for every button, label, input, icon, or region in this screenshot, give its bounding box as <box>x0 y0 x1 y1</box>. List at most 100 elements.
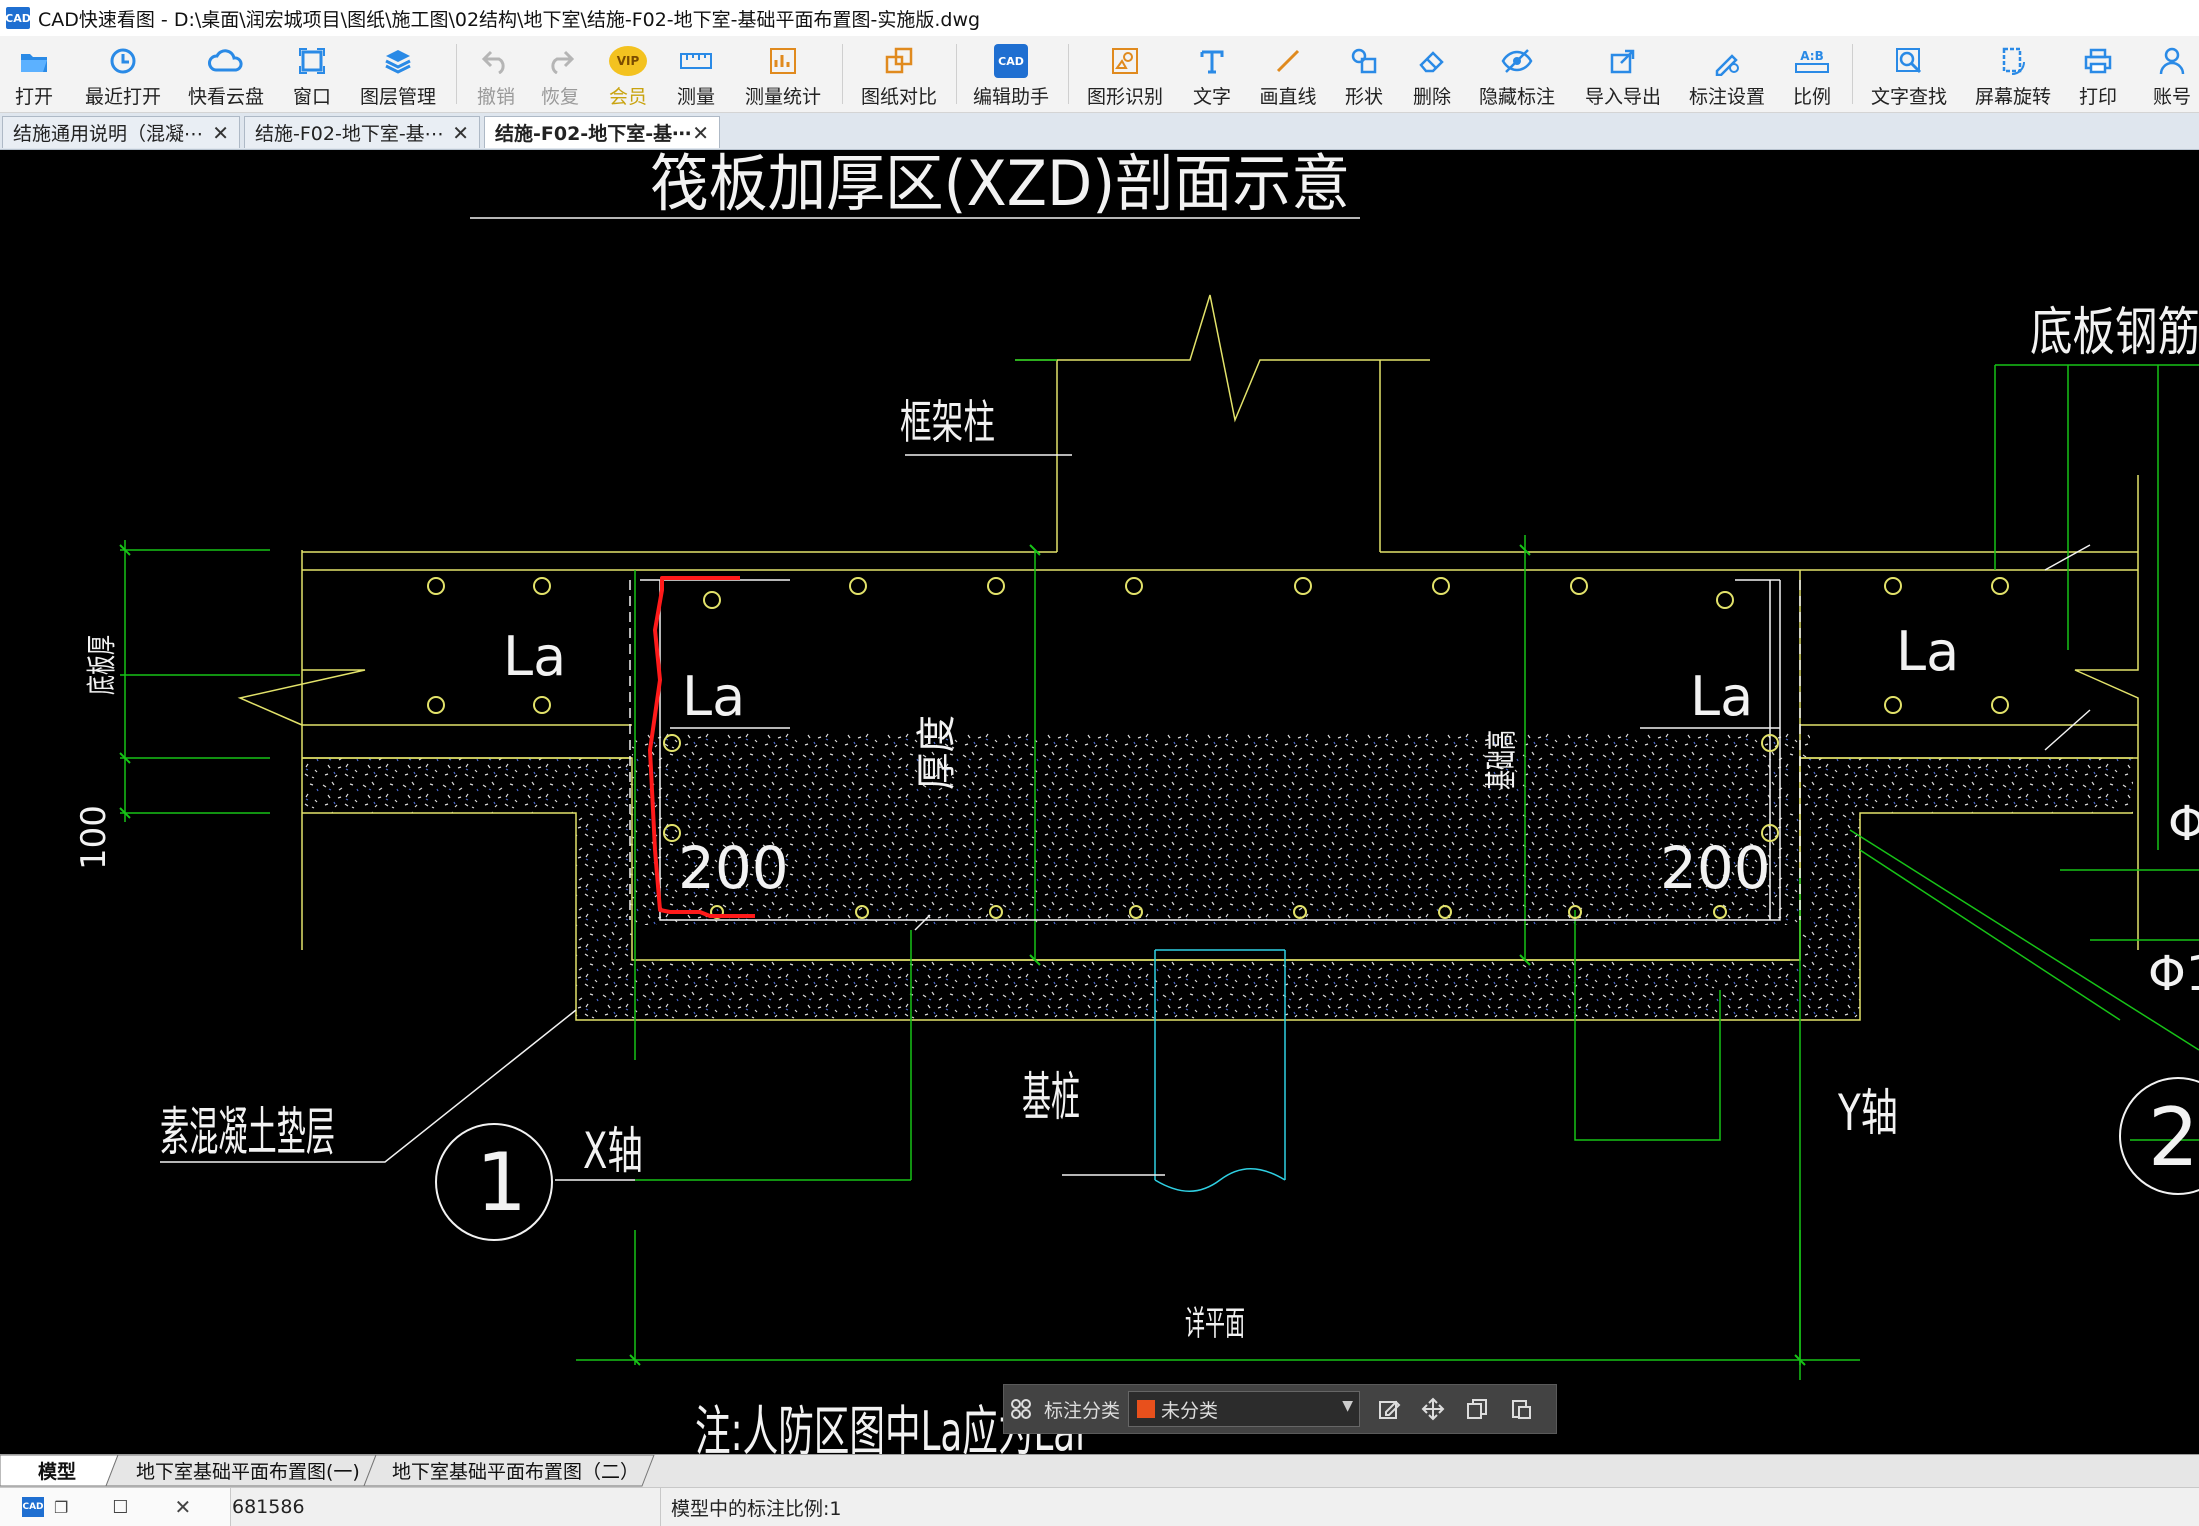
shape-button[interactable]: 形状 <box>1338 36 1390 112</box>
window-button[interactable]: 窗口 <box>288 36 336 112</box>
app-logo-icon: CAD <box>22 1497 44 1517</box>
user-icon <box>2151 42 2193 80</box>
status-bar: CAD ❐ ☐ ✕ 681586 模型中的标注比例:1 <box>0 1487 2199 1526</box>
vip-icon: VIP <box>607 42 649 80</box>
slab-thickness-label: 底板厚 <box>85 635 120 695</box>
edit-helper-icon: CAD <box>990 42 1032 80</box>
dim-100-label: 100 <box>74 805 114 870</box>
category-color-swatch <box>1137 1400 1156 1418</box>
slab-rebar-label: 底板钢筋 <box>2030 303 2199 363</box>
shape-recognition-button[interactable]: 图形识别 <box>1082 36 1168 112</box>
ribbon-divider <box>1852 44 1853 104</box>
ribbon-divider <box>956 44 957 104</box>
measure-stats-button[interactable]: 测量统计 <box>740 36 826 112</box>
annotation-settings-button[interactable]: 标注设置 <box>1684 36 1770 112</box>
edit-helper-button[interactable]: CAD 编辑助手 <box>968 36 1054 112</box>
undo-icon <box>475 42 517 80</box>
redo-button[interactable]: 恢复 <box>534 36 586 112</box>
x-axis-label: X轴 <box>583 1122 643 1180</box>
import-export-button[interactable]: 导入导出 <box>1580 36 1666 112</box>
drawing-canvas[interactable]: 筏板加厚区(XZD)剖面示意 框架柱 底板钢筋 La La La La 200 … <box>0 150 2199 1454</box>
cloud-drive-button[interactable]: 快看云盘 <box>184 36 268 112</box>
account-button[interactable]: 账号 <box>2146 36 2198 112</box>
phi-label-b: Φ1 <box>2148 946 2199 1002</box>
layout-tab-bar: 模型 地下室基础平面布置图(一) 地下室基础平面布置图（二） <box>0 1454 2199 1487</box>
draw-line-button[interactable]: 画直线 <box>1254 36 1322 112</box>
window-title: CAD快速看图 - D:\桌面\润宏城项目\图纸\施工图\02结构\地下室\结施… <box>38 8 981 31</box>
scale-icon: A:B <box>1791 42 1833 80</box>
text-button[interactable]: 文字 <box>1186 36 1238 112</box>
redo-icon <box>539 42 581 80</box>
window-icon <box>291 42 333 80</box>
close-icon[interactable]: ✕ <box>174 1495 191 1519</box>
tab-foundation-plan-active[interactable]: 结施-F02-地下室-基⋯ ✕ <box>484 116 720 148</box>
axis-number-1: 1 <box>476 1136 527 1229</box>
line-tool-icon <box>1267 42 1309 80</box>
edit-icon[interactable] <box>1372 1392 1406 1426</box>
frame-column-label: 框架柱 <box>900 395 995 449</box>
undo-button[interactable]: 撤销 <box>470 36 522 112</box>
grid-icon[interactable] <box>1004 1392 1038 1426</box>
app-logo-icon: CAD <box>5 7 31 29</box>
ribbon-divider <box>456 44 457 104</box>
text-tool-icon <box>1191 42 1233 80</box>
print-button[interactable]: 打印 <box>2072 36 2124 112</box>
phi-label-a: Φ <box>2168 796 2199 852</box>
layer-manager-button[interactable]: 图层管理 <box>356 36 440 112</box>
hide-annotation-button[interactable]: 隐藏标注 <box>1474 36 1560 112</box>
paste-icon[interactable] <box>1504 1392 1538 1426</box>
pile-label: 基桩 <box>1022 1068 1080 1128</box>
delete-button[interactable]: 删除 <box>1406 36 1458 112</box>
annotation-float-toolbar: 标注分类 未分类 ▼ <box>1003 1384 1557 1434</box>
close-icon[interactable]: ✕ <box>212 121 229 145</box>
eye-off-icon <box>1496 42 1538 80</box>
restore-icon[interactable]: ❐ <box>54 1498 68 1517</box>
la-label-2: La <box>682 665 745 728</box>
scale-badge: A:B <box>1800 49 1824 63</box>
text-search-button[interactable]: 文字查找 <box>1866 36 1952 112</box>
la-label-3: La <box>1690 665 1753 728</box>
annotation-category-label: 标注分类 <box>1044 1399 1121 1422</box>
screen-rotate-button[interactable]: 屏幕旋转 <box>1970 36 2056 112</box>
tab-foundation-plan-1[interactable]: 结施-F02-地下室-基⋯ ✕ <box>244 116 480 148</box>
printer-icon <box>2077 42 2119 80</box>
leaders <box>160 217 1360 1181</box>
close-icon[interactable]: ✕ <box>692 121 709 145</box>
detail-plan-label: 详平面 <box>1185 1304 1245 1344</box>
vip-badge: VIP <box>609 46 647 76</box>
annotation-category-select[interactable]: 未分类 ▼ <box>1128 1391 1361 1427</box>
recent-open-button[interactable]: 最近打开 <box>78 36 168 112</box>
scale-button[interactable]: A:B 比例 <box>1786 36 1838 112</box>
close-icon[interactable]: ✕ <box>452 121 469 145</box>
tab-layout-2[interactable]: 地下室基础平面布置图（二） <box>392 1455 639 1486</box>
open-button[interactable]: 打开 <box>8 36 60 112</box>
coordinate-readout: 681586 <box>232 1496 305 1518</box>
plain-concrete-label: 素混凝土垫层 <box>160 1103 335 1163</box>
ribbon-divider <box>1068 44 1069 104</box>
tab-general-notes[interactable]: 结施通用说明（混凝⋯ ✕ <box>2 116 240 148</box>
clock-icon <box>102 42 144 80</box>
section-title: 筏板加厚区(XZD)剖面示意 <box>650 150 1350 220</box>
tab-layout-1[interactable]: 地下室基础平面布置图(一) <box>136 1455 360 1486</box>
drawing-compare-button[interactable]: 图纸对比 <box>856 36 942 112</box>
la-label-4: La <box>1896 620 1959 683</box>
maximize-icon[interactable]: ☐ <box>112 1497 128 1518</box>
vip-button[interactable]: VIP 会员 <box>602 36 654 112</box>
layers-icon <box>377 42 419 80</box>
search-icon <box>1888 42 1930 80</box>
thickness-label: 厚度 <box>914 715 960 790</box>
dim-200-left: 200 <box>678 834 789 902</box>
eraser-icon <box>1411 42 1453 80</box>
edit-helper-badge: CAD <box>994 44 1028 78</box>
shape-recognition-icon <box>1104 42 1146 80</box>
folder-open-icon <box>13 42 55 80</box>
la-label-1: La <box>503 625 566 688</box>
tab-model[interactable]: 模型 <box>38 1455 76 1486</box>
compare-icon <box>878 42 920 80</box>
measure-button[interactable]: 测量 <box>670 36 722 112</box>
move-icon[interactable] <box>1416 1392 1450 1426</box>
copy-icon[interactable] <box>1460 1392 1494 1426</box>
import-export-icon <box>1602 42 1644 80</box>
minimized-window-strip: CAD ❐ ☐ ✕ <box>0 1488 231 1526</box>
axis-number-2: 2 <box>2148 1091 2199 1184</box>
